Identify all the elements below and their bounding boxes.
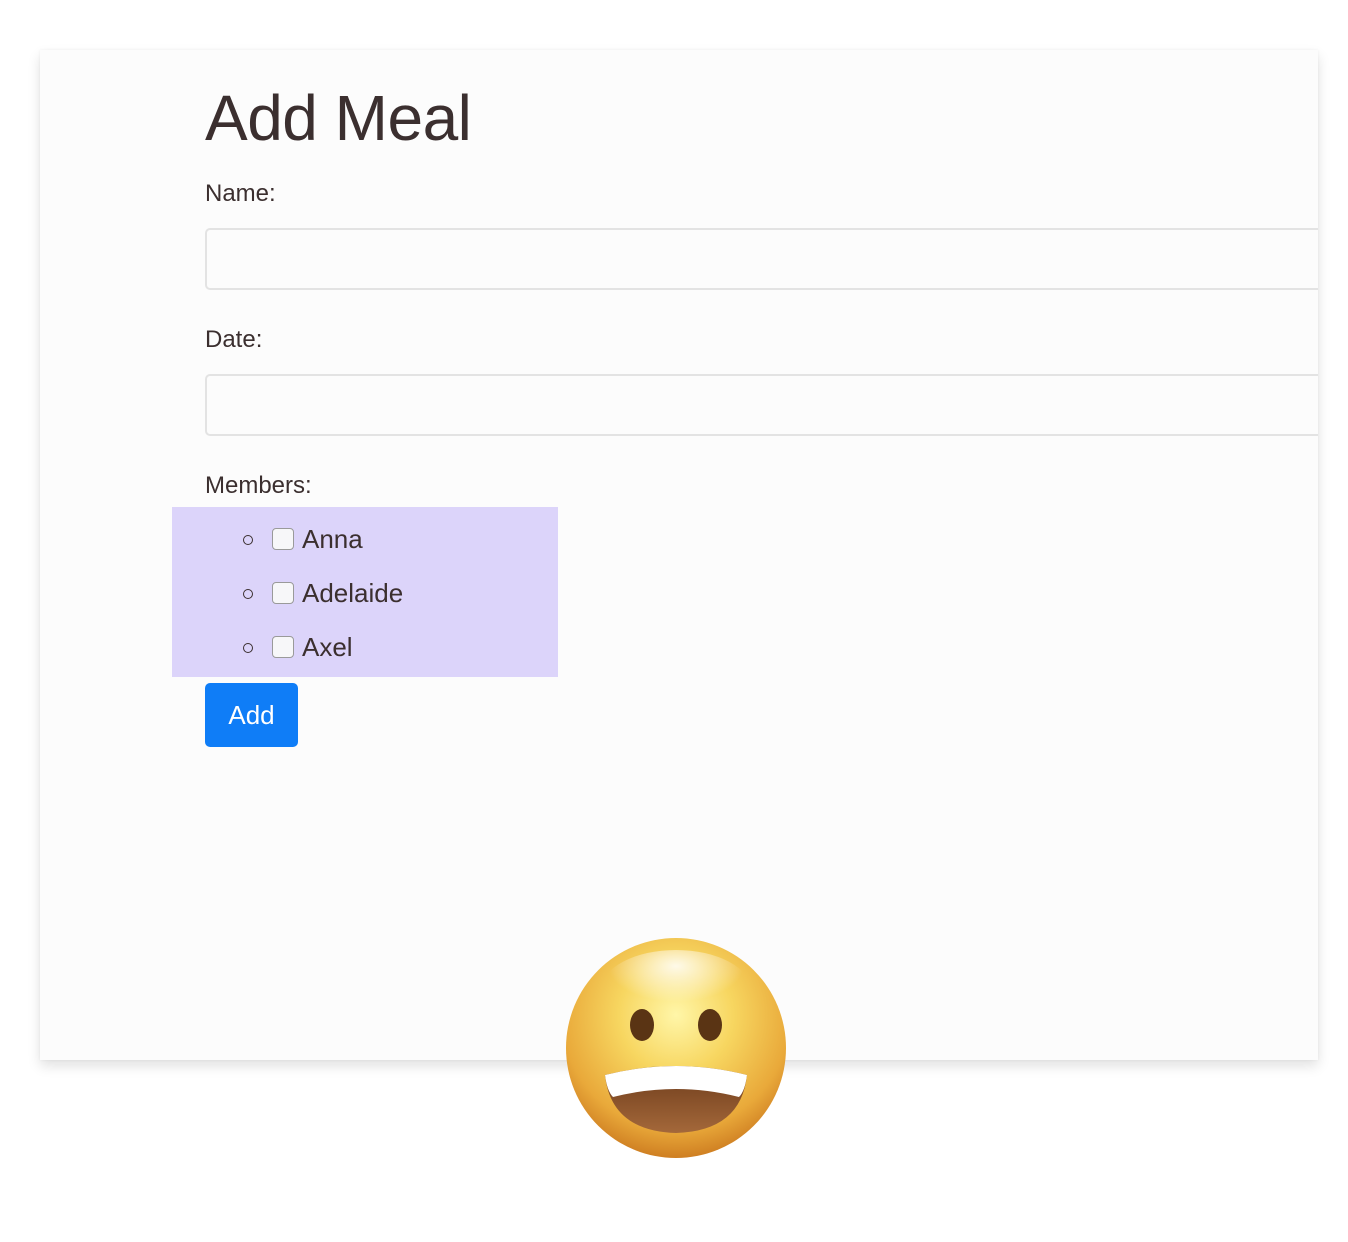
add-meal-form: Add Meal Name: Date: Members: Anna Adela… bbox=[172, 50, 1318, 1060]
date-label: Date: bbox=[205, 326, 263, 353]
name-input[interactable] bbox=[205, 228, 1318, 290]
member-item-axel: Axel bbox=[172, 629, 558, 669]
list-bullet-icon bbox=[243, 643, 253, 653]
list-bullet-icon bbox=[243, 589, 253, 599]
members-list: Anna Adelaide Axel bbox=[172, 507, 558, 677]
member-name-adelaide[interactable]: Adelaide bbox=[302, 579, 403, 608]
member-item-adelaide: Adelaide bbox=[172, 575, 558, 615]
member-checkbox-adelaide[interactable] bbox=[272, 582, 294, 604]
member-name-axel[interactable]: Axel bbox=[302, 633, 353, 662]
page-title: Add Meal bbox=[205, 82, 472, 154]
member-checkbox-axel[interactable] bbox=[272, 636, 294, 658]
list-bullet-icon bbox=[243, 535, 253, 545]
add-button[interactable]: Add bbox=[205, 683, 298, 747]
form-card: Add Meal Name: Date: Members: Anna Adela… bbox=[40, 50, 1318, 1060]
name-label: Name: bbox=[205, 180, 276, 207]
grinning-face-emoji-icon bbox=[563, 935, 789, 1161]
member-checkbox-anna[interactable] bbox=[272, 528, 294, 550]
member-name-anna[interactable]: Anna bbox=[302, 525, 363, 554]
date-input[interactable] bbox=[205, 374, 1318, 436]
members-label: Members: bbox=[205, 472, 312, 499]
member-item-anna: Anna bbox=[172, 521, 558, 561]
